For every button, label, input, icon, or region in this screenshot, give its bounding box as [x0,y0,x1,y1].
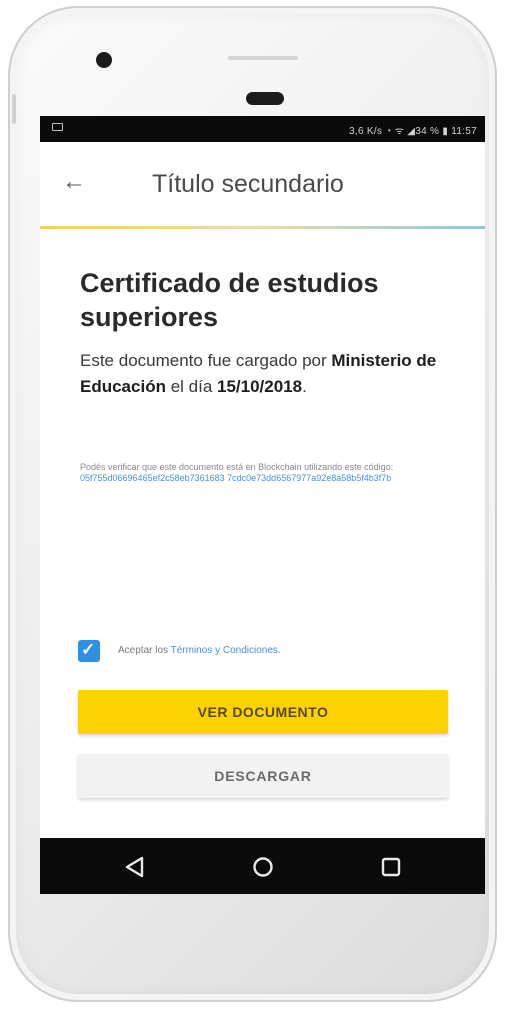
screen: 3,6 K/s ◔ ᯤ ◢34 % ▮ 11:57 ← Título secun… [40,116,485,894]
terms-label: Aceptar los Términos y Condiciones. [118,645,281,656]
check-icon: ✓ [81,640,96,659]
square-recent-icon[interactable] [378,854,404,880]
document-info: Certificado de estudios superiores Este … [80,266,460,400]
navigation-bar [40,838,485,894]
earpiece [246,92,284,105]
verification-note: Podés verificar que este documento está … [80,462,420,484]
triangle-back-icon[interactable] [122,854,148,880]
arrow-left-icon[interactable]: ← [62,168,86,196]
notification-icon [52,123,63,131]
terms-checkbox[interactable]: ✓ [78,640,100,662]
app-bar: ← Título secundario [40,142,485,226]
view-document-button[interactable]: VER DOCUMENTO [78,690,448,734]
page-title: Título secundario [152,170,344,198]
front-camera [96,52,112,68]
document-title: Certificado de estudios superiores [80,268,379,332]
terms-link[interactable]: Términos y Condiciones [171,645,278,656]
app-bar-divider [40,226,485,229]
speaker-grille [228,56,298,60]
blockchain-code-link[interactable]: 05f755d06696465ef2c58eb7361683 7cdc0e73d… [80,473,391,483]
side-button [12,94,16,124]
circle-home-icon[interactable] [250,854,276,880]
desc-prefix: Este documento fue cargado por [80,351,332,370]
terms-row: ✓ Aceptar los Términos y Condiciones. [78,640,438,664]
status-bar: 3,6 K/s ◔ ᯤ ◢34 % ▮ 11:57 [40,116,485,142]
terms-suffix: . [277,645,281,656]
download-button[interactable]: DESCARGAR [78,754,448,798]
terms-prefix: Aceptar los [118,645,171,656]
desc-suffix: . [302,377,307,396]
desc-middle: el día [165,377,218,396]
status-text: 3,6 K/s ◔ ᯤ ◢34 % ▮ 11:57 [349,126,477,137]
verification-text: Podés verificar que este documento está … [80,462,394,472]
document-date: 15/10/2018 [217,377,303,396]
document-description: Este documento fue cargado por Ministeri… [80,348,460,400]
